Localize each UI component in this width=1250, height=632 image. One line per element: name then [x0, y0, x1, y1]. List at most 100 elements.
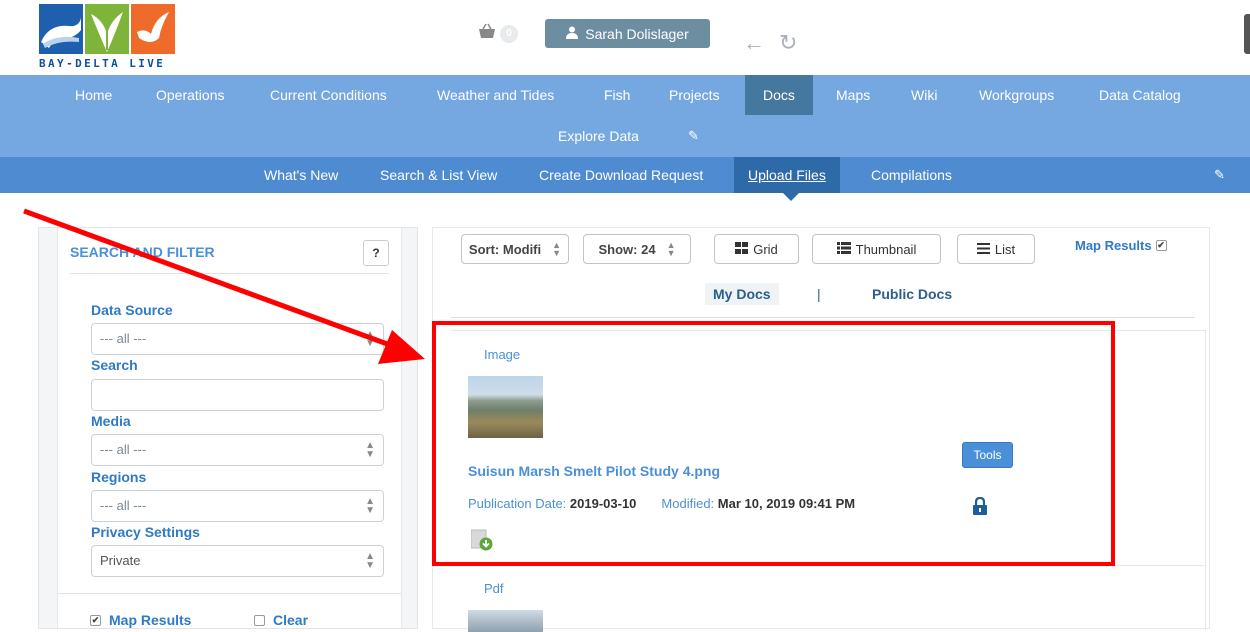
search-filter-panel: SEARCH AND FILTER ? Data Source --- all … [38, 227, 418, 629]
nav-operations[interactable]: Operations [156, 75, 224, 115]
nav-explore-data[interactable]: Explore Data [558, 115, 639, 157]
back-arrow-icon[interactable]: ← [743, 30, 765, 56]
select-arrows-icon: ▲ ▼ [365, 440, 375, 460]
privacy-settings-select[interactable]: Private ▲ ▼ [91, 545, 384, 577]
logo-text: BAY-DELTA LIVE [39, 57, 166, 70]
nav-wiki[interactable]: Wiki [911, 75, 937, 115]
privacy-settings-value: Private [100, 553, 141, 568]
show-count-value: Show: 24 [598, 241, 656, 257]
cart-button[interactable]: 0 [477, 23, 518, 44]
list-icon [976, 242, 990, 257]
regions-value: --- all --- [100, 498, 147, 513]
doc-thumbnail-image[interactable] [468, 376, 543, 438]
logo-whale-tile [39, 4, 83, 54]
grid-icon [735, 241, 749, 257]
media-label: Media [91, 413, 131, 429]
checkbox-checked-icon: ✔ [1155, 240, 1167, 251]
subnav-whats-new[interactable]: What's New [264, 157, 338, 193]
top-header: BAY-DELTA LIVE 0 Sarah Dolislager ← ↻ [0, 0, 1250, 75]
subnav-create-download-request[interactable]: Create Download Request [539, 157, 703, 193]
logo-bird-tile [131, 4, 175, 54]
select-arrows-icon: ▲ ▼ [552, 240, 562, 258]
checkbox-empty-icon [254, 614, 265, 626]
basket-icon [477, 23, 497, 44]
sort-select[interactable]: Sort: Modifi ▲ ▼ [461, 234, 569, 264]
sub-nav: What's New Search & List View Create Dow… [0, 157, 1250, 201]
doc-type-label: Image [484, 347, 521, 362]
tab-public-docs[interactable]: Public Docs [872, 286, 952, 302]
clear-label: Clear [273, 612, 309, 628]
nav-maps[interactable]: Maps [836, 75, 870, 115]
thumbnail-label: Thumbnail [855, 241, 917, 257]
document-card: Image Suisun Marsh Smelt Pilot Study 4.p… [451, 330, 1206, 565]
search-filter-title: SEARCH AND FILTER [70, 244, 215, 260]
divider [58, 593, 401, 594]
search-input[interactable] [91, 379, 384, 411]
doc-scope-tabs: My Docs | Public Docs [451, 280, 1195, 318]
publication-date: Publication Date: 2019-03-10 [468, 496, 636, 511]
list-view-button[interactable]: List [957, 234, 1035, 264]
bay-delta-live-logo[interactable]: BAY-DELTA LIVE [39, 4, 209, 74]
checkbox-checked-icon: ✔ [90, 614, 101, 626]
tab-separator: | [817, 286, 821, 302]
show-count-select[interactable]: Show: 24 ▲ ▼ [583, 234, 691, 264]
select-arrows-icon: ▲ ▼ [666, 240, 676, 258]
nav-projects[interactable]: Projects [669, 75, 720, 115]
doc-meta: Publication Date: 2019-03-10 Modified: M… [468, 496, 855, 511]
subnav-search-list-view[interactable]: Search & List View [380, 157, 497, 193]
refresh-icon[interactable]: ↻ [779, 30, 797, 56]
subnav-compilations[interactable]: Compilations [871, 157, 952, 193]
select-arrows-icon: ▲ ▼ [365, 329, 375, 349]
publication-date-value: 2019-03-10 [569, 496, 637, 511]
thumbnail-list-icon [836, 241, 851, 257]
nav-current-conditions[interactable]: Current Conditions [270, 75, 387, 115]
edit-nav-icon[interactable]: ✎ [688, 115, 699, 157]
nav-home[interactable]: Home [75, 75, 112, 115]
regions-label: Regions [91, 469, 147, 485]
map-results-toggle[interactable]: Map Results ✔ [1075, 238, 1167, 253]
doc-title-link[interactable]: Suisun Marsh Smelt Pilot Study 4.png [468, 463, 720, 479]
divider [70, 273, 389, 274]
media-select[interactable]: --- all --- ▲ ▼ [91, 434, 384, 466]
nav-fish[interactable]: Fish [604, 75, 630, 115]
help-button[interactable]: ? [363, 240, 389, 266]
download-file-icon[interactable] [470, 529, 493, 556]
data-source-select[interactable]: --- all --- ▲ ▼ [91, 323, 384, 355]
data-source-label: Data Source [91, 302, 173, 318]
regions-select[interactable]: --- all --- ▲ ▼ [91, 490, 384, 522]
list-label: List [994, 241, 1016, 257]
thumbnail-view-button[interactable]: Thumbnail [812, 234, 941, 264]
media-value: --- all --- [100, 442, 147, 457]
modified-date: Modified: Mar 10, 2019 09:41 PM [661, 496, 855, 511]
nav-docs[interactable]: Docs [745, 75, 813, 115]
tab-my-docs[interactable]: My Docs [705, 283, 779, 305]
sort-value: Sort: Modifi [468, 241, 542, 257]
grid-label: Grid [753, 241, 778, 257]
map-results-label: Map Results [1075, 238, 1152, 253]
search-filter-body: SEARCH AND FILTER ? Data Source --- all … [57, 228, 402, 628]
window-scroll-handle[interactable] [1244, 14, 1250, 54]
tools-button[interactable]: Tools [962, 442, 1013, 468]
map-results-checkbox[interactable]: ✔ Map Results [90, 612, 191, 628]
subnav-upload-files[interactable]: Upload Files [734, 157, 840, 193]
logo-tiles [39, 4, 209, 54]
user-menu-button[interactable]: Sarah Dolislager [545, 19, 710, 48]
nav-workgroups[interactable]: Workgroups [979, 75, 1054, 115]
document-card: Pdf [451, 565, 1206, 632]
map-results-label: Map Results [109, 612, 192, 628]
user-name: Sarah Dolislager [585, 25, 689, 42]
select-arrows-icon: ▲ ▼ [365, 496, 375, 516]
lock-icon [973, 496, 987, 520]
select-arrows-icon: ▲ ▼ [365, 551, 375, 571]
nav-weather-tides[interactable]: Weather and Tides [437, 75, 554, 115]
search-label: Search [91, 357, 138, 373]
grid-view-button[interactable]: Grid [714, 234, 799, 264]
nav-data-catalog[interactable]: Data Catalog [1099, 75, 1181, 115]
modified-date-label: Modified: [661, 496, 715, 511]
doc-type-label: Pdf [484, 581, 504, 596]
data-source-value: --- all --- [100, 331, 147, 346]
clear-checkbox[interactable]: Clear [254, 612, 308, 628]
user-icon [566, 26, 579, 42]
cart-count-badge: 0 [500, 24, 518, 43]
edit-subnav-icon[interactable]: ✎ [1214, 157, 1225, 193]
